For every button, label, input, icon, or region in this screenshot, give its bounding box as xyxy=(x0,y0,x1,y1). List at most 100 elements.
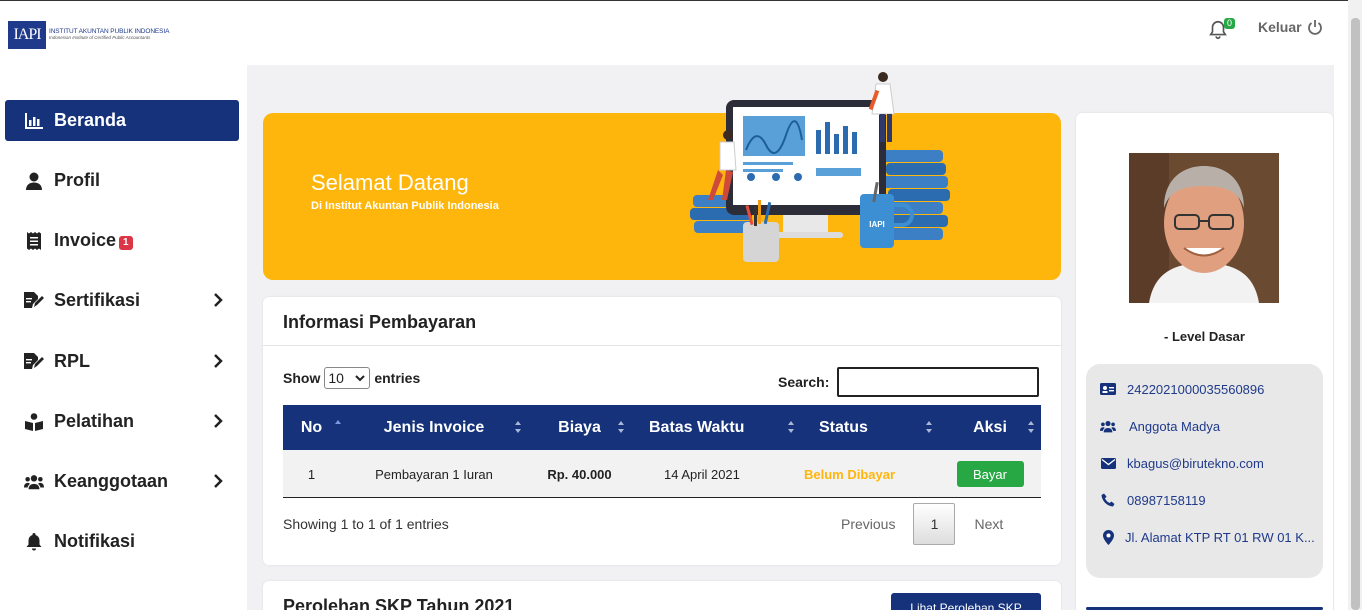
sort-icon xyxy=(618,421,624,433)
member-email[interactable]: kbagus@birutekno.com xyxy=(1127,456,1264,471)
member-info-box: 2422021000035560896 Anggota Madya kbagus… xyxy=(1086,364,1323,578)
top-bar: IAPI INSTITUT AKUNTAN PUBLIK INDONESIA I… xyxy=(0,1,1348,65)
avatar xyxy=(1129,153,1279,303)
status-badge: Belum Dibayar xyxy=(804,466,896,482)
users-icon xyxy=(24,472,44,492)
id-card-icon xyxy=(1100,381,1116,397)
sidebar: Beranda Profil Invoice 1 Sertifikasi RPL… xyxy=(0,65,247,610)
column-header-biaya[interactable]: Biaya xyxy=(528,405,631,450)
column-header-batas-waktu[interactable]: Batas Waktu xyxy=(631,405,801,450)
edit-doc-icon xyxy=(24,291,44,311)
chevron-right-icon xyxy=(214,293,223,307)
sidebar-item-pelatihan[interactable]: Pelatihan xyxy=(5,401,239,442)
scrollbar-thumb[interactable] xyxy=(1351,18,1360,610)
chevron-down-icon xyxy=(355,374,366,381)
mug-label: IAPI xyxy=(869,220,885,229)
table-row: 1 Pembayaran 1 Iuran Rp. 40.000 14 April… xyxy=(283,450,1041,498)
phone-icon xyxy=(1100,492,1116,508)
search-input[interactable] xyxy=(837,367,1040,397)
page-1-button[interactable]: 1 xyxy=(913,503,956,545)
sidebar-item-label: Beranda xyxy=(54,110,127,130)
users-icon xyxy=(1100,418,1116,434)
pagination: Previous 1 Next xyxy=(841,503,1003,545)
sidebar-item-label: RPL xyxy=(54,351,90,371)
payment-info-card: Informasi Pembayaran Show 10 entries Sea… xyxy=(263,297,1061,565)
member-address: Jl. Alamat KTP RT 01 RW 01 K... xyxy=(1125,529,1315,545)
member-id: 2422021000035560896 xyxy=(1127,381,1265,397)
cell-status: Belum Dibayar xyxy=(801,450,939,498)
invoice-count-badge: 1 xyxy=(119,235,133,250)
table-search: Search: xyxy=(778,367,1040,397)
receipt-icon xyxy=(24,231,44,251)
column-header-aksi[interactable]: Aksi xyxy=(939,405,1041,450)
membership-type: Anggota Madya xyxy=(1129,418,1221,434)
phone-row: 08987158119 xyxy=(1100,492,1206,508)
column-header-status[interactable]: Status xyxy=(801,405,939,450)
show-label: Show xyxy=(283,370,321,386)
sidebar-item-beranda[interactable]: Beranda xyxy=(5,100,239,141)
sort-icon xyxy=(515,421,521,433)
entries-length-control: Show 10 entries xyxy=(283,367,420,389)
chevron-right-icon xyxy=(214,354,223,368)
edit-doc-icon xyxy=(24,352,44,372)
entries-label: entries xyxy=(374,370,421,386)
sidebar-item-label: Notifikasi xyxy=(54,531,136,551)
sidebar-item-label: Pelatihan xyxy=(54,411,135,431)
banner-title: Selamat Datang xyxy=(311,170,469,195)
sidebar-item-label: Sertifikasi xyxy=(54,290,141,310)
cell-biaya: Rp. 40.000 xyxy=(547,466,612,482)
dashboard-illustration: IAPI xyxy=(690,72,950,262)
invoice-table: No Jenis Invoice Biaya Batas Waktu Statu… xyxy=(283,405,1041,498)
cell-no: 1 xyxy=(307,466,316,482)
chart-icon xyxy=(24,111,44,131)
sidebar-item-label: Invoice xyxy=(54,230,117,250)
logout-label: Keluar xyxy=(1258,19,1302,35)
cell-batas-waktu: 14 April 2021 xyxy=(664,466,740,482)
banner-subtitle: Di Institut Akuntan Publik Indonesia xyxy=(311,200,499,212)
notification-count-badge: 0 xyxy=(1224,18,1236,29)
envelope-icon xyxy=(1100,455,1116,471)
table-header: No Jenis Invoice Biaya Batas Waktu Statu… xyxy=(283,405,1041,450)
user-icon xyxy=(24,171,44,191)
sidebar-item-label: Keanggotaan xyxy=(54,471,169,491)
sidebar-item-notifikasi[interactable]: Notifikasi xyxy=(5,521,239,562)
reader-icon xyxy=(24,412,44,432)
sort-icon xyxy=(788,421,794,433)
iapi-logo[interactable]: IAPI INSTITUT AKUNTAN PUBLIK INDONESIA I… xyxy=(8,21,169,49)
logo-tagline: Indonesian Institute of Certified Public… xyxy=(49,35,151,40)
membership-row: Anggota Madya xyxy=(1100,418,1220,434)
sidebar-item-keanggotaan[interactable]: Keanggotaan xyxy=(5,461,239,502)
sidebar-item-label: Profil xyxy=(54,170,101,190)
sort-icon xyxy=(1028,421,1034,433)
sidebar-item-rpl[interactable]: RPL xyxy=(5,341,239,382)
logout-button[interactable]: Keluar xyxy=(1258,19,1323,35)
pay-button[interactable]: Bayar xyxy=(956,461,1024,487)
sidebar-item-invoice[interactable]: Invoice 1 xyxy=(5,220,239,261)
card-title: Perolehan SKP Tahun 2021 xyxy=(283,596,515,610)
power-icon xyxy=(1307,20,1322,35)
previous-button[interactable]: Previous xyxy=(841,516,895,532)
bell-icon xyxy=(24,532,44,552)
sort-icon xyxy=(926,421,932,433)
card-title: Informasi Pembayaran xyxy=(263,297,1061,346)
email-row: kbagus@birutekno.com xyxy=(1100,455,1264,471)
cell-jenis-invoice: Pembayaran 1 Iuran xyxy=(375,466,493,482)
view-skp-button[interactable]: Lihat Perolehan SKP xyxy=(891,593,1041,610)
search-label: Search: xyxy=(778,374,830,390)
entries-select[interactable]: 10 xyxy=(324,367,371,389)
next-button[interactable]: Next xyxy=(974,516,1003,532)
address-row: Jl. Alamat KTP RT 01 RW 01 K... xyxy=(1100,529,1315,545)
member-level: - Level Dasar xyxy=(1164,329,1245,344)
chevron-right-icon xyxy=(214,474,223,488)
profile-card: - Level Dasar 2422021000035560896 Anggot… xyxy=(1076,113,1333,610)
sidebar-item-sertifikasi[interactable]: Sertifikasi xyxy=(5,280,239,321)
member-id-row: 2422021000035560896 xyxy=(1100,381,1264,397)
logo-mark: IAPI xyxy=(8,21,46,49)
map-marker-icon xyxy=(1100,529,1116,545)
sidebar-item-profil[interactable]: Profil xyxy=(5,160,239,201)
column-header-jenis-invoice[interactable]: Jenis Invoice xyxy=(340,405,528,450)
cell-aksi: Bayar xyxy=(939,450,1041,498)
table-info: Showing 1 to 1 of 1 entries xyxy=(283,516,449,532)
column-header-no[interactable]: No xyxy=(283,405,341,450)
member-phone: 08987158119 xyxy=(1127,492,1206,508)
